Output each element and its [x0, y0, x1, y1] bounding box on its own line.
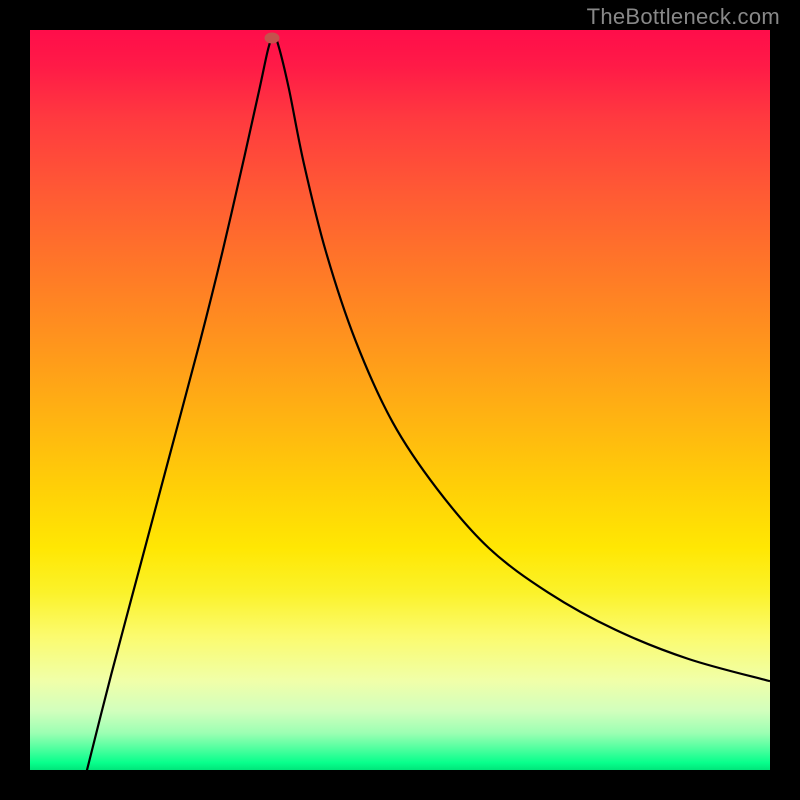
chart-plot-area — [30, 30, 770, 770]
curve-path — [83, 36, 770, 770]
watermark-text: TheBottleneck.com — [587, 4, 780, 30]
optimum-marker — [264, 33, 279, 44]
curve-svg — [30, 30, 770, 770]
